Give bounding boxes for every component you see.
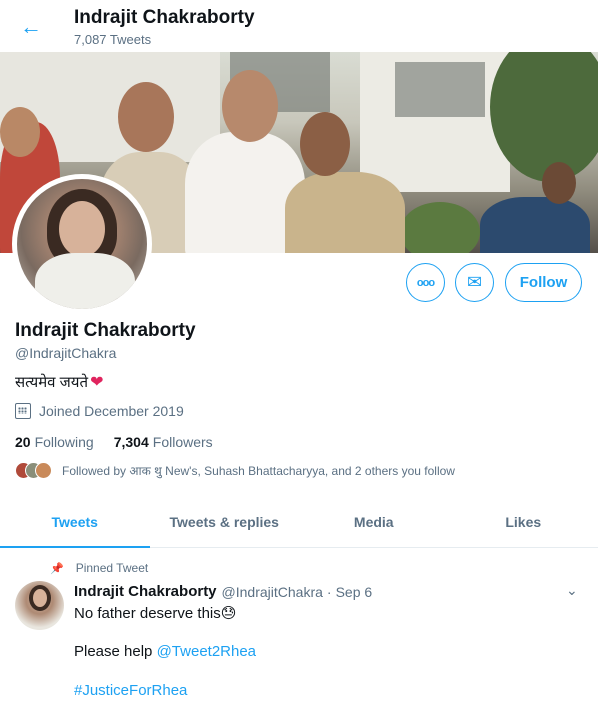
- followers-count: 7,304: [113, 434, 149, 450]
- following-link[interactable]: 20 Following: [15, 434, 94, 450]
- tweet-header: Indrajit Chakraborty @IndrajitChakra · S…: [74, 583, 372, 600]
- joined-text: Joined December 2019: [39, 403, 184, 419]
- calendar-icon: [15, 403, 31, 419]
- more-icon: ooo: [416, 276, 435, 289]
- following-count: 20: [15, 434, 31, 450]
- mini-avatar: [35, 462, 52, 479]
- tweet-text: No father deserve this: [74, 605, 221, 622]
- tweet-author-name[interactable]: Indrajit Chakraborty: [74, 583, 217, 600]
- followed-by-link[interactable]: Followed by आक थु New's, Suhash Bhattach…: [15, 462, 455, 479]
- chevron-down-icon[interactable]: ⌄: [566, 582, 578, 599]
- pinned-label-text: Pinned Tweet: [75, 561, 149, 575]
- followers-you-know-avatars: [15, 462, 52, 479]
- pinned-tweet-label: 📌 Pinned Tweet: [50, 561, 148, 575]
- tab-likes[interactable]: Likes: [449, 497, 599, 547]
- sad-face-emoji: 😓: [220, 605, 237, 622]
- tab-tweets[interactable]: Tweets: [0, 497, 150, 548]
- tweet-text-line-2: Please help @Tweet2Rhea: [74, 643, 256, 660]
- follow-stats: 20 Following 7,304 Followers: [15, 434, 213, 450]
- pin-icon: 📌: [50, 562, 64, 575]
- top-bar: ← Indrajit Chakraborty 7,087 Tweets: [0, 0, 604, 52]
- following-label: Following: [34, 434, 94, 450]
- more-options-button[interactable]: ooo: [406, 263, 445, 302]
- tweet-author-avatar[interactable]: [15, 581, 64, 630]
- tweet-mention-link[interactable]: @Tweet2Rhea: [157, 643, 256, 660]
- bio-text: सत्यमेव जयते: [15, 374, 89, 391]
- tweet-separator: ·: [326, 583, 332, 600]
- header-profile-name: Indrajit Chakraborty: [74, 7, 255, 28]
- follow-button[interactable]: Follow: [505, 263, 582, 302]
- tweet-author-handle[interactable]: @IndrajitChakra: [222, 584, 323, 600]
- tweet-hashtag-link[interactable]: #JusticeForRhea: [74, 682, 187, 699]
- back-arrow-icon[interactable]: ←: [14, 10, 48, 44]
- tab-tweets-and-replies[interactable]: Tweets & replies: [150, 497, 300, 547]
- followers-link[interactable]: 7,304 Followers: [114, 434, 213, 450]
- envelope-icon: ✉: [466, 272, 483, 292]
- joined-date: Joined December 2019: [15, 403, 184, 419]
- followed-by-text: Followed by आक थु New's, Suhash Bhattach…: [62, 464, 455, 478]
- tweet-help-text: Please help: [74, 643, 153, 660]
- profile-tabs: Tweets Tweets & replies Media Likes: [0, 497, 598, 548]
- heart-icon: ❤: [90, 374, 104, 391]
- profile-name: Indrajit Chakraborty: [15, 320, 196, 341]
- tab-media[interactable]: Media: [299, 497, 449, 547]
- tweet-text-line-1: No father deserve this😓: [74, 604, 236, 622]
- profile-handle: @IndrajitChakra: [15, 345, 117, 361]
- profile-bio: सत्यमेव जयते ❤: [15, 372, 103, 392]
- tweet-date[interactable]: Sep 6: [336, 584, 373, 600]
- tweet-text-line-3: #JusticeForRhea: [74, 682, 187, 699]
- header-tweet-count: 7,087 Tweets: [74, 32, 152, 47]
- message-button[interactable]: ✉: [455, 263, 494, 302]
- profile-avatar[interactable]: [12, 174, 152, 314]
- followers-label: Followers: [152, 434, 213, 450]
